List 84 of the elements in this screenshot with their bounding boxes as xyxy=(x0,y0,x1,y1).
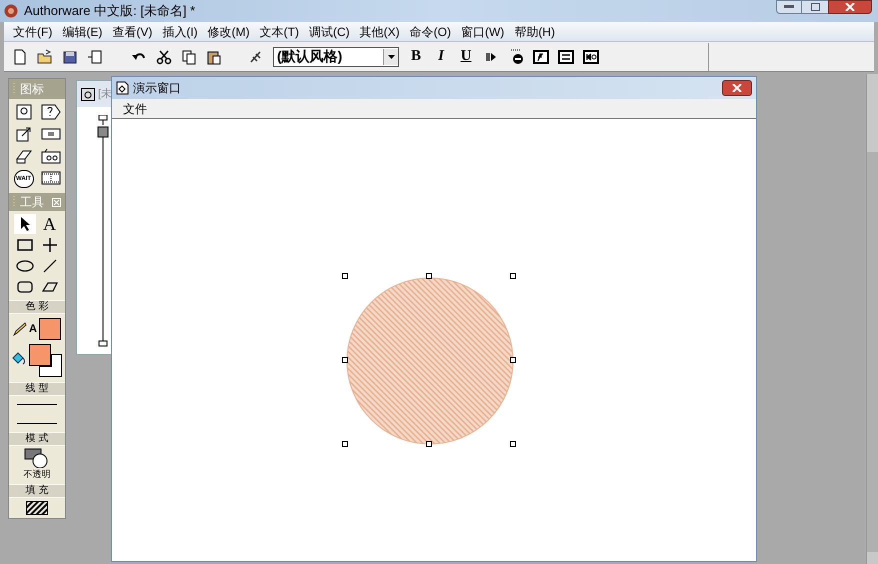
close-icon xyxy=(845,3,855,11)
line-color-swatch[interactable] xyxy=(38,318,61,340)
app-logo-icon xyxy=(4,4,18,18)
menu-item[interactable]: 文件 xyxy=(120,100,150,118)
close-icon[interactable] xyxy=(52,198,61,206)
section-heading: 色 彩 xyxy=(9,300,65,314)
motion-icon[interactable] xyxy=(16,126,32,142)
menu-item[interactable]: 文件(F) xyxy=(8,22,58,40)
selection-handle[interactable] xyxy=(342,357,348,363)
menu-item[interactable]: 文本(T) xyxy=(254,22,304,40)
import-icon[interactable] xyxy=(87,48,103,64)
menu-item[interactable]: 其他(X) xyxy=(354,22,405,40)
section-heading: 模 式 xyxy=(9,432,65,446)
scissors-icon[interactable] xyxy=(156,48,172,64)
grip-icon xyxy=(13,196,16,208)
style-select[interactable]: (默认风格) xyxy=(273,46,399,66)
eraser-icon[interactable] xyxy=(16,148,32,164)
rectangle-icon xyxy=(16,239,32,251)
menu-item[interactable]: 修改(M) xyxy=(202,22,255,40)
opaque-mode-icon[interactable] xyxy=(24,448,50,468)
knowledge-object-icon[interactable] xyxy=(583,48,599,64)
flow-icon xyxy=(81,88,95,100)
maximize-button[interactable] xyxy=(802,0,828,14)
display-icon[interactable] xyxy=(16,104,32,120)
menu-item[interactable]: 编辑(E) xyxy=(57,22,108,40)
underline-button[interactable]: U xyxy=(458,45,474,68)
rounded-rectangle-icon xyxy=(16,281,32,293)
line-color-label: A xyxy=(29,322,37,337)
minimize-button[interactable] xyxy=(776,0,802,14)
palette-title: 图标 xyxy=(20,81,44,98)
selection-handle[interactable] xyxy=(510,441,516,447)
minimize-icon xyxy=(784,5,794,9)
close-button[interactable] xyxy=(828,0,872,14)
ellipse-icon xyxy=(16,260,34,272)
menu-item[interactable]: 帮助(H) xyxy=(509,22,560,40)
calculation-icon[interactable] xyxy=(40,126,60,142)
close-button[interactable] xyxy=(722,80,752,96)
menu-item[interactable]: 查看(V) xyxy=(107,22,158,40)
menu-item[interactable]: 调试(C) xyxy=(304,22,355,40)
bold-button[interactable]: B xyxy=(408,45,424,68)
copy-icon[interactable] xyxy=(181,48,197,64)
palette-title: 工具 xyxy=(20,194,44,211)
menu-item[interactable]: 插入(I) xyxy=(157,22,203,40)
selection-handle[interactable] xyxy=(510,357,516,363)
menu-item[interactable]: 窗口(W) xyxy=(456,22,510,40)
film-strip-icon[interactable] xyxy=(40,170,60,186)
italic-button[interactable]: I xyxy=(433,45,449,68)
window-title: Authorware 中文版: [未命名] * xyxy=(24,2,196,20)
paste-icon[interactable] xyxy=(206,48,222,64)
section-heading: 填 充 xyxy=(9,484,65,498)
menu-item[interactable]: 命令(O) xyxy=(404,22,456,40)
document-icon xyxy=(116,81,129,95)
question-icon[interactable] xyxy=(40,104,60,120)
paint-bucket-icon xyxy=(11,350,27,366)
pointer-icon xyxy=(18,216,30,232)
selection-handle[interactable] xyxy=(510,273,516,279)
mode-label: 不透明 xyxy=(24,468,50,481)
dropdown-caret-icon xyxy=(388,54,394,58)
selection-handle[interactable] xyxy=(426,273,432,279)
grip-icon xyxy=(13,83,16,95)
line-icon xyxy=(42,259,56,273)
background-color-swatch[interactable] xyxy=(39,354,62,377)
save-icon[interactable] xyxy=(62,48,78,64)
pointer-tool-button[interactable] xyxy=(14,214,36,234)
pencil-icon xyxy=(13,322,27,336)
scrollbar[interactable] xyxy=(866,74,878,564)
decision-icon[interactable] xyxy=(40,148,60,164)
polygon-icon xyxy=(42,282,58,292)
section-heading: 线 型 xyxy=(9,382,65,396)
maximize-icon xyxy=(810,3,820,11)
list-icon[interactable] xyxy=(558,48,574,64)
selection-handle[interactable] xyxy=(426,441,432,447)
flow-window-title: [未 xyxy=(98,86,112,102)
text-tool-button[interactable]: A xyxy=(38,214,60,234)
new-file-icon[interactable] xyxy=(12,48,28,64)
close-icon xyxy=(732,84,742,92)
selection-handle[interactable] xyxy=(342,273,348,279)
hatch-pattern-icon[interactable] xyxy=(26,500,48,514)
fill-color-swatch[interactable] xyxy=(29,344,51,366)
selection-handle[interactable] xyxy=(342,441,348,447)
function-icon[interactable] xyxy=(533,48,549,64)
open-folder-icon[interactable] xyxy=(37,48,53,64)
presentation-window-title: 演示窗口 xyxy=(133,80,181,97)
crosshair-icon xyxy=(42,238,56,252)
